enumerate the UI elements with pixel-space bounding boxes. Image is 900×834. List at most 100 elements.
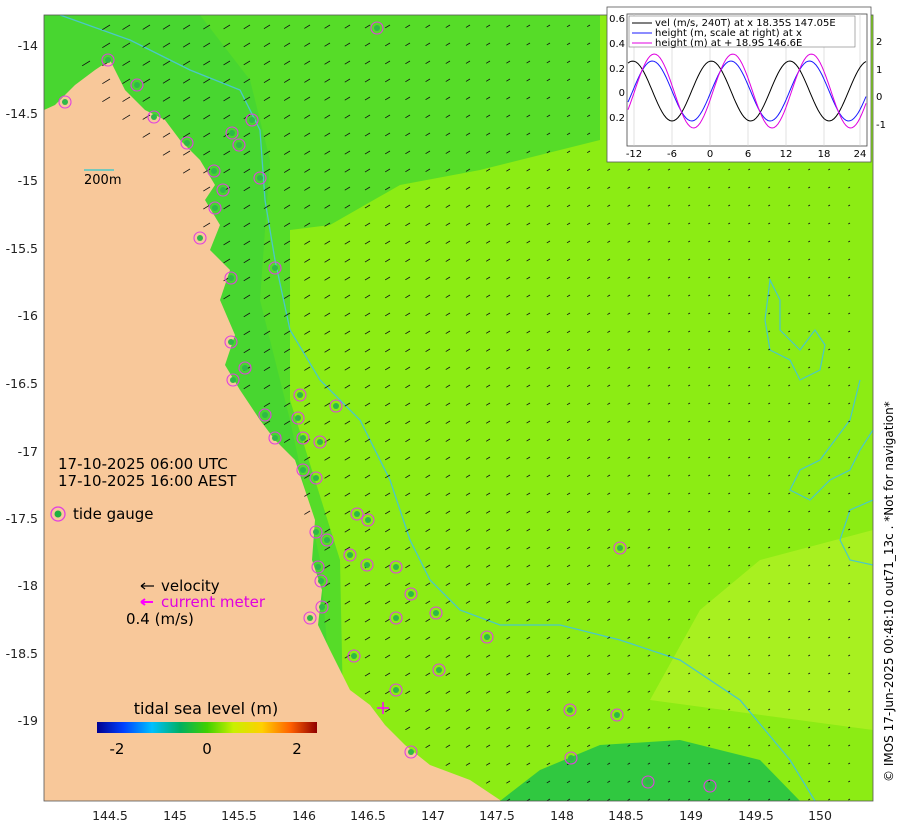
tide-gauge-dot bbox=[567, 707, 573, 713]
velocity-scale-label: 0.4 (m/s) bbox=[126, 610, 194, 628]
tide-gauge-dot bbox=[408, 591, 414, 597]
credit-text: © IMOS 17-Jun-2025 00:48:10 out71_13c . … bbox=[882, 401, 896, 782]
lon-tick: 146.5 bbox=[350, 808, 386, 823]
tide-gauge-dot bbox=[324, 537, 330, 543]
tide-gauge-dot bbox=[228, 339, 234, 345]
tide-gauge-dot bbox=[211, 168, 217, 174]
tide-gauge-dot bbox=[272, 435, 278, 441]
tide-gauge-dot bbox=[315, 564, 321, 570]
tide-gauge-dot bbox=[184, 140, 190, 146]
inset-right-tick: 1 bbox=[876, 65, 882, 76]
lon-tick: 149.5 bbox=[738, 808, 774, 823]
tide-gauge-dot bbox=[262, 412, 268, 418]
inset-x-tick: 18 bbox=[818, 149, 831, 160]
inset-right-tick: -1 bbox=[876, 120, 886, 131]
longitude-axis: 144.5 145 145.5 146 146.5 147 147.5 148 … bbox=[92, 808, 832, 823]
tide-gauge-dot bbox=[151, 114, 157, 120]
tide-gauge-dot bbox=[351, 653, 357, 659]
tide-gauge-dot bbox=[365, 517, 371, 523]
tide-gauge-dot bbox=[297, 392, 303, 398]
tide-gauge-dot bbox=[319, 604, 325, 610]
tide-gauge-dot bbox=[212, 205, 218, 211]
tide-gauge-dot bbox=[197, 235, 203, 241]
tide-gauge-dot bbox=[242, 365, 248, 371]
tide-gauge-dot bbox=[272, 265, 278, 271]
tide-gauge-dot bbox=[393, 687, 399, 693]
inset-right-tick: 2 bbox=[876, 37, 882, 48]
tide-gauge-dot bbox=[433, 610, 439, 616]
inset-left-tick: 0.6 bbox=[609, 14, 625, 25]
tide-gauge-legend-dot bbox=[54, 510, 62, 518]
lat-tick: -15.5 bbox=[6, 241, 38, 256]
tide-gauge-dot bbox=[354, 511, 360, 517]
latitude-axis: -14 -14.5 -15 -15.5 -16 -16.5 -17 -17.5 … bbox=[6, 38, 38, 728]
colorbar-tick: -2 bbox=[110, 740, 125, 758]
isobath-label: 200m bbox=[84, 173, 121, 188]
tide-gauge-dot bbox=[249, 117, 255, 123]
inset-x-tick: -12 bbox=[626, 149, 642, 160]
lon-tick: 146 bbox=[292, 808, 316, 823]
tide-gauge-dot bbox=[374, 25, 380, 31]
inset-x-tick: 6 bbox=[745, 149, 751, 160]
lon-tick: 147 bbox=[421, 808, 445, 823]
tide-gauge-dot bbox=[228, 275, 234, 281]
inset-left-tick: 0.4 bbox=[609, 39, 625, 50]
tide-gauge-dot bbox=[62, 99, 68, 105]
inset-left-tick: 0.2 bbox=[609, 64, 625, 75]
tide-gauge-dot bbox=[236, 142, 242, 148]
lat-tick: -19 bbox=[18, 713, 38, 728]
tide-gauge-dot bbox=[347, 552, 353, 558]
lat-tick: -17.5 bbox=[6, 511, 38, 526]
lat-tick: -15 bbox=[18, 173, 38, 188]
lat-tick: -14 bbox=[18, 38, 38, 53]
lat-tick: -14.5 bbox=[6, 106, 38, 121]
tide-gauge-dot bbox=[408, 749, 414, 755]
tide-gauge-dot bbox=[318, 578, 324, 584]
lon-tick: 145 bbox=[163, 808, 187, 823]
lon-tick: 149 bbox=[679, 808, 703, 823]
tide-gauge-dot bbox=[229, 130, 235, 136]
timestamp-utc: 17-10-2025 06:00 UTC bbox=[58, 455, 228, 473]
colorbar-title: tidal sea level (m) bbox=[134, 699, 278, 718]
inset-x-tick: 24 bbox=[854, 149, 867, 160]
tide-gauge-dot bbox=[307, 615, 313, 621]
lon-tick: 147.5 bbox=[479, 808, 515, 823]
tide-gauge-dot bbox=[257, 175, 263, 181]
lon-tick: 148 bbox=[550, 808, 574, 823]
tide-gauge-dot bbox=[707, 783, 713, 789]
inset-x-tick: 0 bbox=[707, 149, 713, 160]
tide-gauge-dot bbox=[645, 779, 651, 785]
current-meter-legend-label: current meter bbox=[161, 593, 266, 611]
tide-gauge-dot bbox=[300, 467, 306, 473]
colorbar-tick: 2 bbox=[292, 740, 302, 758]
tide-gauge-dot bbox=[333, 403, 339, 409]
lon-tick: 150 bbox=[808, 808, 832, 823]
tide-gauge-dot bbox=[393, 564, 399, 570]
tide-gauge-dot bbox=[393, 615, 399, 621]
colorbar bbox=[97, 722, 317, 733]
tide-gauge-dot bbox=[617, 545, 623, 551]
inset-x-tick: 12 bbox=[780, 149, 793, 160]
lat-tick: -16.5 bbox=[6, 376, 38, 391]
tide-map: -14 -14.5 -15 -15.5 -16 -16.5 -17 -17.5 … bbox=[6, 6, 896, 823]
tide-gauge-dot bbox=[300, 435, 306, 441]
tide-gauge-legend-label: tide gauge bbox=[73, 505, 154, 523]
lat-tick: -17 bbox=[18, 444, 38, 459]
tide-gauge-dot bbox=[295, 415, 301, 421]
tide-gauge-dot bbox=[313, 475, 319, 481]
tide-gauge-dot bbox=[105, 57, 111, 63]
tide-gauge-dot bbox=[313, 529, 319, 535]
lon-tick: 148.5 bbox=[608, 808, 644, 823]
inset-left-tick: 0 bbox=[619, 88, 625, 99]
inset-left-tick: 0.2 bbox=[609, 113, 625, 124]
inset-legend-height-gauge: height (m) at + 18.9S 146.6E bbox=[655, 38, 802, 49]
tide-gauge-dot bbox=[614, 712, 620, 718]
tide-gauge-dot bbox=[220, 187, 226, 193]
inset-timeseries-plot: 0.6 0.4 0.2 0 0.2 2 1 0 -1 -12 -6 0 6 12… bbox=[606, 6, 886, 163]
lat-tick: -16 bbox=[18, 308, 38, 323]
colorbar-tick: 0 bbox=[202, 740, 212, 758]
inset-right-tick: 0 bbox=[876, 92, 882, 103]
tide-gauge-dot bbox=[134, 82, 140, 88]
tide-gauge-dot bbox=[364, 562, 370, 568]
tide-gauge-dot bbox=[230, 377, 236, 383]
